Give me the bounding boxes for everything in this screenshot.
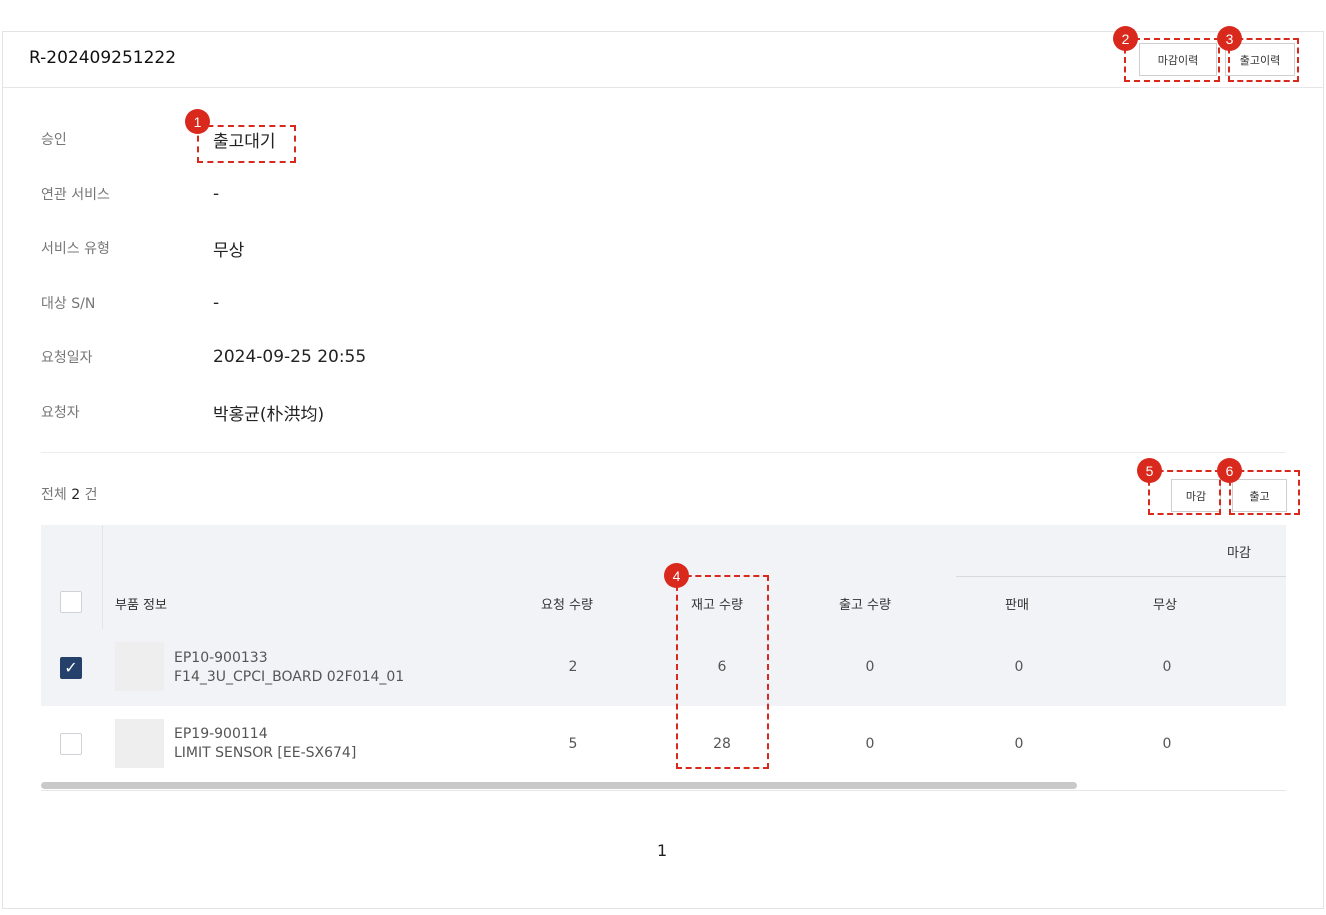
total-suffix: 건	[84, 487, 98, 503]
scrollbar-thumb[interactable]	[41, 782, 1077, 789]
table-row[interactable]: EP19-900114 LIMIT SENSOR [EE-SX674] 5 28…	[41, 706, 1286, 783]
annotation-badge: 4	[664, 563, 689, 588]
annotation-badge: 2	[1113, 26, 1138, 51]
close-button[interactable]: 마감	[1171, 479, 1221, 512]
free-qty: 0	[1162, 659, 1172, 675]
col-sale: 판매	[1005, 598, 1029, 613]
annotation-badge: 6	[1217, 458, 1242, 483]
info-value: 박홍균(朴洪均)	[213, 404, 325, 425]
table-row[interactable]: ✓ EP10-900133 F14_3U_CPCI_BOARD 02F014_0…	[41, 629, 1286, 706]
scrollbar-track	[41, 790, 1286, 791]
col-released-qty: 출고 수량	[839, 598, 891, 613]
col-part-info: 부품 정보	[115, 598, 167, 613]
info-row-target-sn: 대상 S/N -	[41, 291, 219, 315]
info-label: 승인	[41, 132, 67, 148]
part-code: EP10-900133	[174, 650, 268, 666]
info-label: 서비스 유형	[41, 241, 110, 257]
part-name: LIMIT SENSOR [EE-SX674]	[174, 745, 357, 761]
col-stock-qty: 재고 수량	[691, 598, 743, 613]
info-value: -	[213, 293, 220, 313]
free-qty: 0	[1162, 736, 1172, 752]
page-number[interactable]: 1	[657, 841, 667, 860]
total-count: 전체 2 건	[41, 484, 97, 504]
part-code: EP19-900114	[174, 726, 268, 742]
part-name: F14_3U_CPCI_BOARD 02F014_01	[174, 669, 405, 685]
sale-qty: 0	[1014, 659, 1024, 675]
col-free: 무상	[1153, 598, 1177, 613]
group-divider	[956, 576, 1286, 577]
info-label: 요청일자	[41, 350, 93, 366]
row-checkbox[interactable]	[60, 733, 82, 755]
info-label: 요청자	[41, 405, 80, 421]
annotation-badge: 1	[185, 109, 210, 134]
released-qty: 0	[865, 736, 875, 752]
row-checkbox-checked[interactable]: ✓	[60, 657, 82, 679]
release-button[interactable]: 출고	[1232, 479, 1287, 512]
stock-qty: 6	[717, 659, 727, 675]
info-value: 2024-09-25 20:55	[213, 347, 367, 367]
request-id: R-202409251222	[29, 48, 177, 68]
info-value: -	[213, 184, 220, 204]
select-all-checkbox[interactable]	[60, 591, 82, 613]
part-thumbnail	[115, 642, 164, 691]
header-divider	[102, 525, 103, 629]
info-row-service-type: 서비스 유형 무상	[41, 236, 245, 261]
sale-qty: 0	[1014, 736, 1024, 752]
info-row-related-service: 연관 서비스 -	[41, 182, 219, 206]
part-thumbnail	[115, 719, 164, 768]
stock-qty: 28	[713, 736, 731, 752]
annotation-badge: 3	[1217, 26, 1242, 51]
info-row-approval: 승인 출고대기	[41, 127, 276, 152]
col-requested-qty: 요청 수량	[541, 598, 593, 613]
info-label: 연관 서비스	[41, 187, 110, 203]
info-label: 대상 S/N	[41, 296, 96, 312]
info-value: 무상	[213, 240, 245, 261]
parts-table: 마감 부품 정보 요청 수량 재고 수량 출고 수량 판매 무상 ✓ EP10-…	[41, 525, 1286, 783]
group-header-close: 마감	[1227, 546, 1251, 561]
divider	[41, 452, 1286, 453]
annotation-badge: 5	[1137, 458, 1162, 483]
requested-qty: 5	[568, 736, 578, 752]
requested-qty: 2	[568, 659, 578, 675]
horizontal-scrollbar[interactable]	[41, 782, 1286, 791]
request-detail-card: R-202409251222 마감이력 출고이력 승인 출고대기 연관 서비스 …	[2, 31, 1324, 909]
close-history-button[interactable]: 마감이력	[1139, 43, 1217, 76]
total-prefix: 전체	[41, 487, 67, 503]
total-number: 2	[71, 487, 81, 503]
info-row-requester: 요청자 박홍균(朴洪均)	[41, 400, 325, 425]
approval-status: 출고대기	[213, 131, 276, 152]
info-row-request-date: 요청일자 2024-09-25 20:55	[41, 345, 366, 369]
released-qty: 0	[865, 659, 875, 675]
